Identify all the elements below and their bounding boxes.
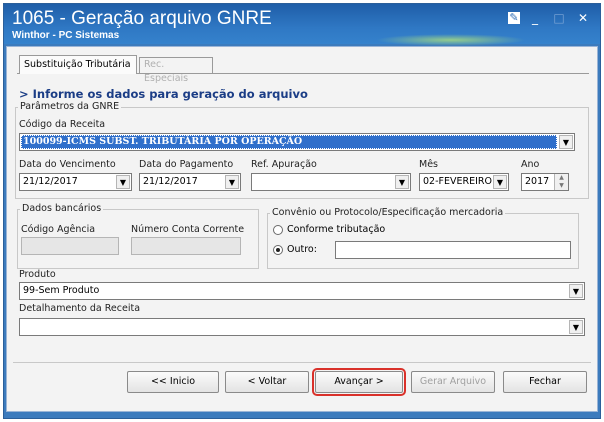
radio-outro[interactable]: Outro:	[273, 244, 317, 255]
mes-label: Mês	[419, 159, 438, 170]
chevron-down-icon[interactable]: ▼	[569, 284, 583, 298]
codigo-receita-value: 100099-ICMS SUBST. TRIBUTÁRIA POR OPERAÇ…	[21, 135, 557, 149]
mes-value: 02-FEVEREIRO	[423, 176, 492, 187]
conta-corrente-field[interactable]	[131, 237, 241, 255]
page-heading: > Informe os dados para geração do arqui…	[19, 87, 308, 101]
data-vencimento-label: Data do Vencimento	[19, 159, 116, 170]
chevron-up-icon[interactable]: ▲	[555, 174, 568, 182]
chevron-down-icon[interactable]: ▼	[569, 320, 583, 334]
data-pagamento-label: Data do Pagamento	[139, 159, 234, 170]
conforme-tributacao-label: Conforme tributação	[287, 224, 386, 235]
chevron-down-icon[interactable]: ▼	[395, 175, 409, 189]
ano-stepper[interactable]: 2017 ▲ ▼	[521, 173, 569, 191]
ref-apuracao-label: Ref. Apuração	[251, 159, 317, 170]
main-window: 1065 - Geração arquivo GNRE Winthor - PC…	[3, 3, 601, 419]
ano-label: Ano	[521, 159, 540, 170]
minimize-button[interactable]: _	[526, 10, 544, 26]
produto-value: 99-Sem Produto	[23, 285, 100, 296]
edit-icon[interactable]: ✎	[508, 12, 520, 24]
radio-conforme-tributacao[interactable]: Conforme tributação	[273, 224, 385, 235]
mes-select[interactable]: 02-FEVEREIRO ▼	[419, 173, 509, 191]
dados-bancarios-legend: Dados bancários	[20, 203, 104, 214]
voltar-button[interactable]: < Voltar	[225, 371, 309, 393]
codigo-receita-label: Código da Receita	[19, 119, 106, 130]
title-bar[interactable]: 1065 - Geração arquivo GNRE Winthor - PC…	[4, 4, 600, 46]
outro-label: Outro:	[287, 244, 317, 255]
produto-select[interactable]: 99-Sem Produto ▼	[19, 282, 585, 300]
tab-substituicao-tributaria[interactable]: Substituição Tributária	[19, 55, 137, 74]
chevron-down-icon[interactable]: ▼	[559, 135, 573, 149]
radio-button-checked-icon[interactable]	[273, 244, 283, 255]
chevron-down-icon[interactable]: ▼	[493, 175, 507, 189]
data-pagamento-value: 21/12/2017	[143, 176, 198, 187]
data-pagamento-picker[interactable]: 21/12/2017 ▼	[139, 173, 241, 191]
conta-corrente-label: Número Conta Corrente	[131, 224, 245, 235]
title-decoration	[376, 34, 526, 46]
close-button[interactable]: ✕	[574, 10, 592, 26]
ano-stepper-buttons[interactable]: ▲ ▼	[554, 174, 568, 190]
window-controls: ✎ _ □ ✕	[508, 10, 592, 26]
maximize-button[interactable]: □	[550, 10, 568, 26]
form-area: Substituição Tributária Rec. Especiais >…	[6, 46, 598, 412]
data-vencimento-picker[interactable]: 21/12/2017 ▼	[19, 173, 132, 191]
ano-value: 2017	[525, 176, 550, 187]
chevron-down-icon[interactable]: ▼	[116, 175, 130, 189]
codigo-receita-select[interactable]: 100099-ICMS SUBST. TRIBUTÁRIA POR OPERAÇ…	[19, 133, 575, 151]
gerar-arquivo-button[interactable]: Gerar Arquivo	[411, 371, 495, 393]
detalhamento-label: Detalhamento da Receita	[19, 303, 141, 314]
inicio-button[interactable]: << Inicio	[127, 371, 219, 393]
data-vencimento-value: 21/12/2017	[23, 176, 78, 187]
ref-apuracao-select[interactable]: ▼	[251, 173, 411, 191]
chevron-down-icon[interactable]: ▼	[555, 182, 568, 190]
avancar-button[interactable]: Avançar >	[312, 368, 406, 396]
outro-field[interactable]	[335, 241, 571, 259]
codigo-agencia-field[interactable]	[21, 237, 119, 255]
chevron-down-icon[interactable]: ▼	[225, 175, 239, 189]
tab-rec-especiais[interactable]: Rec. Especiais	[139, 57, 213, 84]
produto-label: Produto	[19, 269, 56, 280]
parametros-legend: Parâmetros da GNRE	[18, 101, 122, 112]
codigo-agencia-label: Código Agência	[21, 224, 96, 235]
fechar-button[interactable]: Fechar	[503, 371, 587, 393]
detalhamento-select[interactable]: ▼	[19, 318, 585, 336]
radio-button-icon[interactable]	[273, 224, 283, 235]
convenio-legend: Convênio ou Protocolo/Especificação merc…	[270, 207, 506, 218]
window-subtitle: Winthor - PC Sistemas	[12, 30, 120, 41]
button-separator	[13, 362, 591, 363]
window-title: 1065 - Geração arquivo GNRE	[12, 8, 272, 29]
